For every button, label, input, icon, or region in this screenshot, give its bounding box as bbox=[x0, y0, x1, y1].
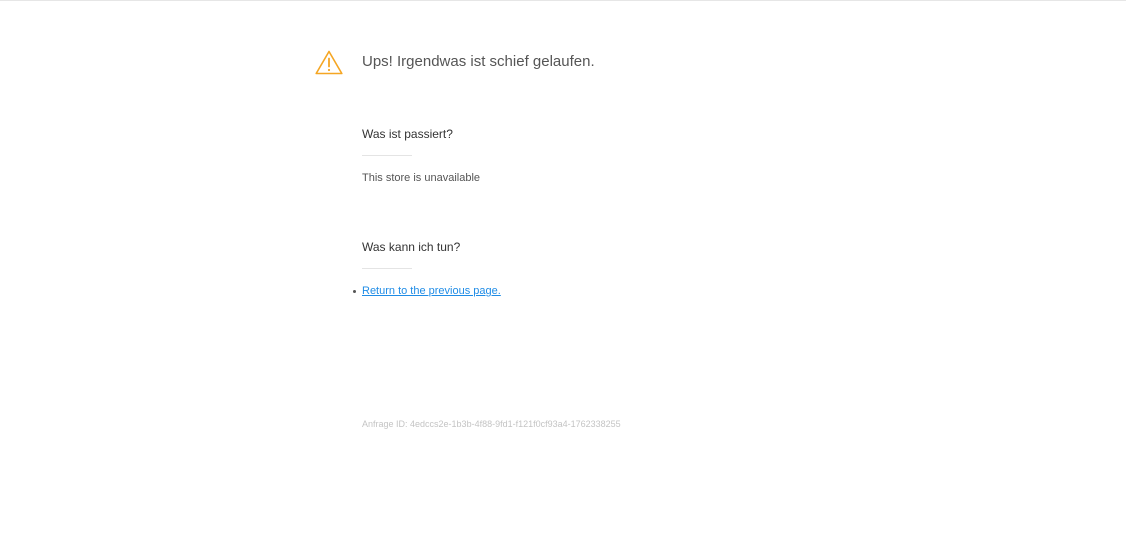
list-bullet bbox=[353, 290, 356, 293]
what-can-i-do-title: Was kann ich tun? bbox=[362, 240, 461, 254]
what-can-i-do-divider bbox=[362, 268, 412, 269]
what-happened-divider bbox=[362, 155, 412, 156]
error-headline: Ups! Irgendwas ist schief gelaufen. bbox=[362, 53, 595, 70]
warning-triangle-icon bbox=[315, 50, 343, 75]
what-happened-title: Was ist passiert? bbox=[362, 127, 453, 141]
return-previous-page-link[interactable]: Return to the previous page. bbox=[362, 285, 501, 297]
top-divider bbox=[0, 0, 1126, 1]
request-id: Anfrage ID: 4edccs2e-1b3b-4f88-9fd1-f121… bbox=[362, 419, 621, 429]
what-happened-text: This store is unavailable bbox=[362, 172, 481, 184]
